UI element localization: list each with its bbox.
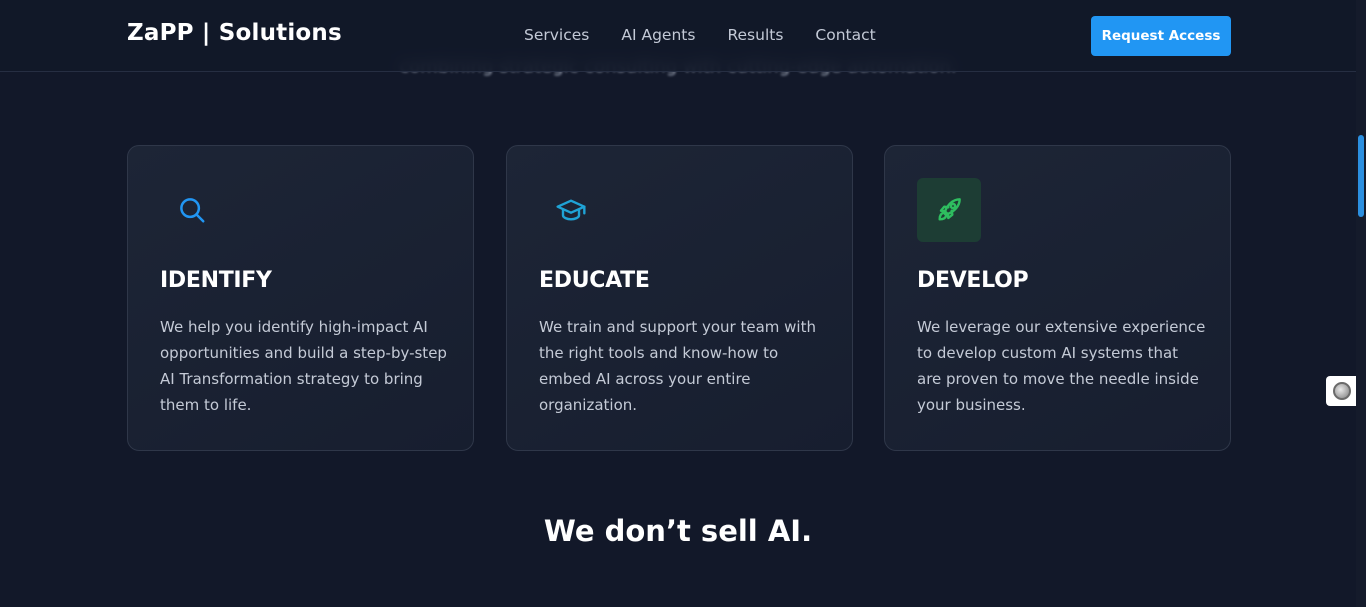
page-scrollbar[interactable] (1356, 0, 1366, 607)
nav-services[interactable]: Services (524, 26, 589, 44)
floating-widget-button[interactable] (1326, 376, 1358, 406)
widget-icon (1333, 382, 1351, 400)
service-card-develop: DEVELOP We leverage our extensive experi… (884, 145, 1231, 451)
nav-contact[interactable]: Contact (815, 26, 875, 44)
service-card-identify: IDENTIFY We help you identify high-impac… (127, 145, 474, 451)
card-description: We leverage our extensive experience to … (917, 318, 1206, 414)
brand-logo[interactable]: ZaPP | Solutions (127, 20, 342, 46)
search-icon (160, 178, 224, 242)
card-description: We help you identify high-impact AI oppo… (160, 318, 447, 414)
rocket-icon (917, 178, 981, 242)
site-header: ZaPP | Solutions Services AI Agents Resu… (0, 0, 1356, 72)
page: combining strategic consulting with cutt… (0, 0, 1366, 607)
request-access-button[interactable]: Request Access (1091, 16, 1231, 56)
section-heading: We don’t sell AI. (543, 514, 813, 548)
scrollbar-thumb[interactable] (1358, 135, 1364, 217)
nav-ai-agents[interactable]: AI Agents (621, 26, 695, 44)
main-nav: Services AI Agents Results Contact (524, 26, 908, 44)
graduation-cap-icon (539, 178, 603, 242)
card-description: We train and support your team with the … (539, 318, 816, 414)
service-card-educate: EDUCATE We train and support your team w… (506, 145, 853, 451)
card-title: IDENTIFY (160, 268, 272, 293)
card-title: EDUCATE (539, 268, 650, 293)
card-title: DEVELOP (917, 268, 1029, 293)
nav-results[interactable]: Results (727, 26, 783, 44)
